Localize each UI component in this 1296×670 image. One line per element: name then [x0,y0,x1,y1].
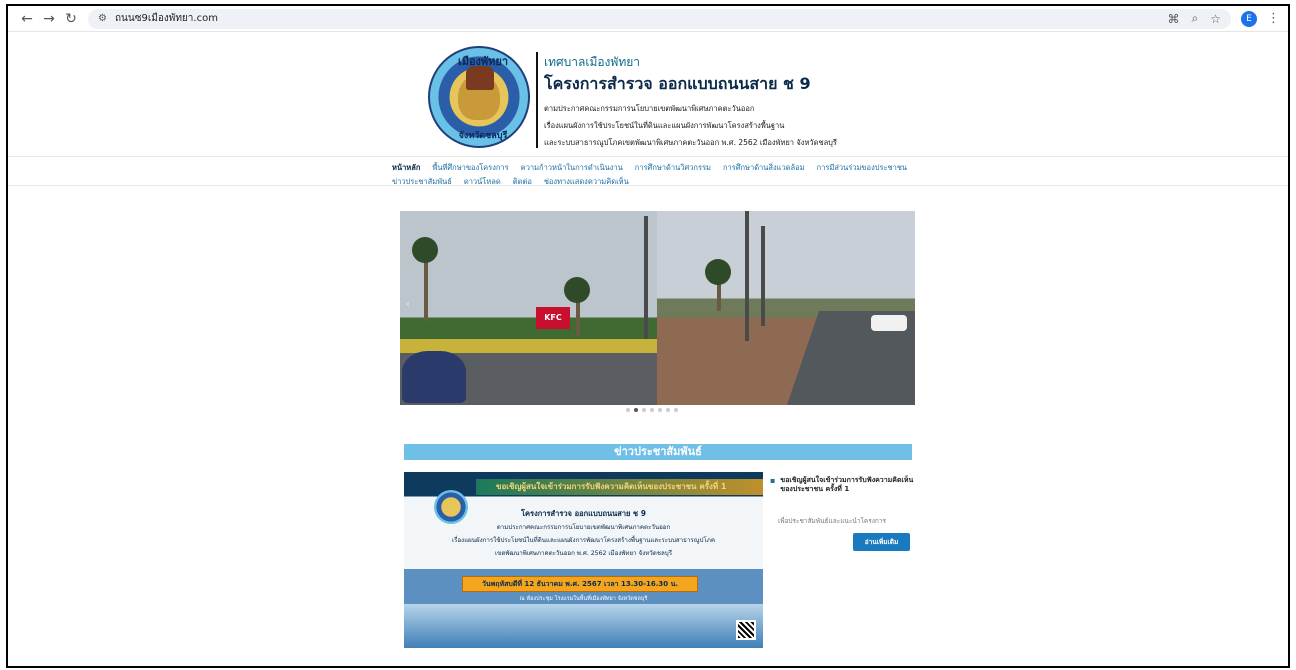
palm-tree-icon [564,277,590,303]
profile-avatar[interactable]: E [1241,10,1257,27]
qr-code-icon [736,620,756,640]
header-line-1: ตามประกาศคณะกรรมการนโยบายเขตพัฒนาพิเศษภา… [544,104,755,113]
poster-banner: ขอเชิญผู้สนใจเข้าร่วมการรับฟังความคิดเห็… [476,479,763,495]
project-title: โครงการสำรวจ ออกแบบถนนสาย ช 9 [544,74,811,93]
slide-photo-right [657,211,915,405]
bookmark-star-icon[interactable]: ☆ [1210,12,1221,26]
poster-line-4: เขตพัฒนาพิเศษภาคตะวันออก พ.ศ. 2562 เมือง… [494,550,673,557]
menu-row-1: หน้าหลัก พื้นที่ศึกษาของโครงการ ความก้าวหน… [392,161,952,175]
site-header: เมืองพัทยา จังหวัดชลบุรี เทศบาลเมืองพัทย… [8,36,1288,154]
menu-item-row1-5[interactable]: การมีส่วนร่วมของประชาชน [817,161,907,175]
menu-top-divider [8,156,1288,157]
address-bar[interactable]: ⚙ ถนนซ9เมืองพัทยา.com ⌘ ⌕ ☆ [88,8,1231,29]
translate-icon[interactable]: ⌘ [1168,12,1180,26]
slider-dot[interactable] [650,408,654,412]
news-item-title-row[interactable]: ▪ ขอเชิญผู้สนใจเข้าร่วมการรับฟังความคิดเ… [770,476,915,494]
site-info-icon[interactable]: ⚙ [98,13,107,24]
poster-skyline [404,604,763,648]
bullet-icon: ▪ [770,476,776,485]
slider-dot[interactable] [634,408,638,412]
menu-item-row2-3[interactable]: ช่องทางแสดงความคิดเห็น [544,175,629,189]
palm-tree-icon [705,259,731,285]
menu-bottom-divider [8,185,1288,186]
poster-line-2: ตามประกาศคณะกรรมการนโยบายเขตพัฒนาพิเศษภา… [496,524,671,531]
header-line-3: และระบบสาธารณูปโภคเขตพัฒนาพิเศษภาคตะวันอ… [544,138,837,147]
logo-rider-icon [466,66,494,90]
news-section-title: ข่าวประชาสัมพันธ์ [404,444,912,460]
utility-pole [644,216,648,346]
news-poster-image[interactable]: ขอเชิญผู้สนใจเข้าร่วมการรับฟังความคิดเห็… [404,472,763,648]
logo-text-bottom: จังหวัดชลบุรี [458,131,508,141]
menu-row-2: ข่าวประชาสัมพันธ์ ดาวน์โหลด ติดต่อ ช่องทางแ… [392,175,952,189]
menu-item-row1-4[interactable]: การศึกษาด้านสิ่งแวดล้อม [723,161,805,175]
news-item: ▪ ขอเชิญผู้สนใจเข้าร่วมการรับฟังความคิดเ… [770,476,915,526]
slider-dot[interactable] [626,408,630,412]
menu-item-row2-0[interactable]: ข่าวประชาสัมพันธ์ [392,175,452,189]
kebab-menu-icon[interactable]: ⋮ [1267,11,1280,26]
poster-venue: ณ ห้องประชุม โรงแรมในพื้นที่เมืองพัทยา จ… [519,596,648,602]
image-slider[interactable]: KFC ‹ [400,211,915,405]
white-car [871,315,907,331]
browser-window: ← → ↻ ⚙ ถนนซ9เมืองพัทยา.com ⌘ ⌕ ☆ E ⋮ เม… [6,4,1290,668]
menu-item-row1-2[interactable]: ความก้าวหน้าในการดำเนินงาน [521,161,623,175]
menu-item-row1-1[interactable]: พื้นที่ศึกษาของโครงการ [432,161,508,175]
slider-dot[interactable] [674,408,678,412]
poster-line-3: เรื่องแผนผังการใช้ประโยชน์ในที่ดินและแผน… [452,537,715,544]
news-item-title[interactable]: ขอเชิญผู้สนใจเข้าร่วมการรับฟังความคิดเห็… [780,476,915,494]
browser-toolbar: ← → ↻ ⚙ ถนนซ9เมืองพัทยา.com ⌘ ⌕ ☆ E ⋮ [8,6,1288,32]
url-text[interactable]: ถนนซ9เมืองพัทยา.com [115,11,218,26]
news-item-desc: เพื่อประชาสัมพันธ์และแนะนำโครงการ [778,517,886,525]
city-logo[interactable]: เมืองพัทยา จังหวัดชลบุรี [428,46,530,148]
slider-dot[interactable] [666,408,670,412]
menu-item-row2-1[interactable]: ดาวน์โหลด [464,175,501,189]
read-more-button[interactable]: อ่านเพิ่มเติม [853,533,910,551]
poster-line-1: โครงการสำรวจ ออกแบบถนนสาย ช 9 [521,509,646,518]
slider-dot[interactable] [658,408,662,412]
slider-dot[interactable] [642,408,646,412]
menu-item-row1-3[interactable]: การศึกษาด้านวิศวกรรม [635,161,711,175]
slide-photo-left: KFC ‹ [400,211,657,405]
org-name: เทศบาลเมืองพัทยา [544,55,641,69]
zoom-icon[interactable]: ⌕ [1192,11,1199,26]
menu-item-row2-2[interactable]: ติดต่อ [513,175,532,189]
reload-icon[interactable]: ↻ [60,8,82,30]
poster-date: วันพฤหัสบดีที่ 12 ธันวาคม พ.ศ. 2567 เวลา… [462,576,698,592]
utility-pole [761,226,765,326]
forward-icon[interactable]: → [38,8,60,30]
palm-tree-icon [412,237,438,263]
back-icon[interactable]: ← [16,8,38,30]
header-divider [536,52,538,148]
motorbike-rider [402,351,466,403]
slider-prev-icon[interactable]: ‹ [406,299,410,310]
header-line-2: เรื่องแผนผังการใช้ประโยชน์ในที่ดินและแผน… [544,121,785,130]
menu-item-row1-0[interactable]: หน้าหลัก [392,161,420,175]
utility-pole [745,211,749,341]
kfc-sign: KFC [536,307,570,329]
slider-dots [626,408,678,412]
